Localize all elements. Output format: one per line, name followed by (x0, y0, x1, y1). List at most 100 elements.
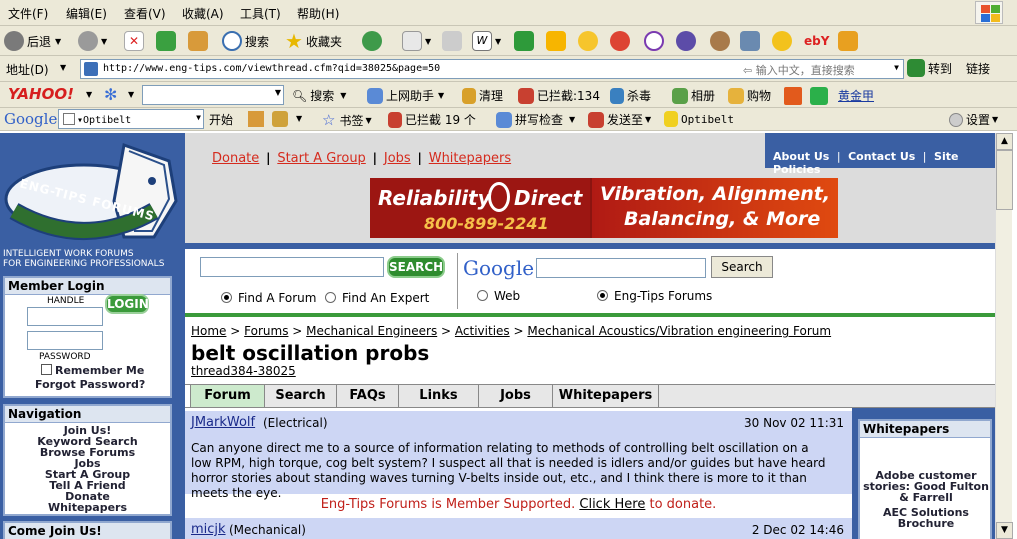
thread-id-link[interactable]: thread384-38025 (191, 364, 296, 378)
yahoo-logo[interactable]: YAHOO! (8, 85, 74, 103)
highlight-button[interactable]: Optibelt (664, 111, 734, 127)
edit-button[interactable]: W ▼ (472, 29, 501, 53)
yahoo-menu-arrow[interactable]: ▼ (86, 90, 92, 99)
google-search-input[interactable] (536, 258, 706, 278)
tools-button[interactable] (740, 29, 763, 53)
search-button[interactable]: 搜索 (222, 29, 269, 53)
vertical-scrollbar[interactable]: ▲ ▼ (995, 133, 1013, 539)
yahoo-search-button[interactable]: 🔍︎ 搜索 ▼ (292, 87, 346, 104)
tab-jobs[interactable]: Jobs (479, 385, 553, 407)
tab-faqs[interactable]: FAQs (337, 385, 399, 407)
tab-search[interactable]: Search (265, 385, 337, 407)
menu-help[interactable]: 帮助(H) (297, 5, 339, 22)
stop-button[interactable]: ✕ (124, 29, 147, 53)
jobs-link[interactable]: Jobs (384, 151, 411, 166)
banner-ad[interactable]: Reliability Direct 800-899-2241 Vibratio… (370, 178, 838, 238)
donate-link[interactable]: Donate (212, 151, 259, 166)
post-author[interactable]: JMarkWolf (191, 415, 255, 430)
scroll-down-icon[interactable]: ▼ (996, 522, 1013, 539)
media-button[interactable] (546, 29, 569, 53)
pagerank-icon[interactable] (272, 111, 288, 127)
google-toolbar-logo[interactable]: Google (4, 110, 57, 128)
handle-input[interactable] (27, 307, 103, 326)
remember-me[interactable]: Remember Me (41, 364, 144, 377)
yahoo-search-input[interactable]: ▼ (142, 85, 284, 105)
google-go-button[interactable]: 开始 (209, 111, 233, 128)
menu-tools[interactable]: 工具(T) (240, 5, 281, 22)
compass-button[interactable] (644, 29, 667, 53)
promo-link[interactable]: 黄金甲 (838, 87, 874, 104)
crumb-mechanical-engineers[interactable]: Mechanical Engineers (306, 324, 437, 338)
clean-button[interactable]: 清理 (462, 87, 503, 104)
favorites-button[interactable]: ★ 收藏夹 (285, 29, 342, 53)
menu-edit[interactable]: 编辑(E) (66, 5, 107, 22)
site-search-button[interactable]: SEARCH (387, 256, 445, 278)
password-input[interactable] (27, 331, 103, 350)
refresh-button[interactable] (156, 29, 179, 53)
assistant-button[interactable]: 上网助手 ▼ (367, 87, 444, 104)
mail-button[interactable]: ▼ (402, 29, 431, 53)
emoticon-button[interactable] (578, 29, 601, 53)
yahoo-flower-arrow[interactable]: ▼ (128, 90, 134, 99)
menu-view[interactable]: 查看(V) (124, 5, 166, 22)
site-option[interactable]: Eng-Tips Forums (597, 289, 712, 303)
album-button[interactable]: 相册 (672, 87, 715, 104)
go-button[interactable]: 转到 (907, 59, 952, 77)
address-input[interactable]: http://www.eng-tips.com/viewthread.cfm?q… (80, 59, 904, 79)
settings-button[interactable] (676, 29, 699, 53)
popup-blocked-button[interactable]: 已拦截:134 (518, 87, 600, 104)
forgot-password-link[interactable]: Forgot Password? (35, 378, 145, 391)
qq-button[interactable] (514, 29, 537, 53)
find-forum-option[interactable]: Find A Forum (221, 291, 316, 305)
forward-button[interactable]: ▼ (78, 29, 107, 53)
back-button[interactable]: 后退 ▼ (4, 29, 61, 53)
donate-click-link[interactable]: Click Here (579, 497, 645, 512)
tab-whitepapers[interactable]: Whitepapers (553, 385, 659, 407)
sendto-button[interactable]: 发送至 ▼ (588, 111, 651, 128)
post-author[interactable]: micjk (191, 522, 226, 537)
find-expert-radio[interactable] (325, 292, 336, 303)
headset-icon[interactable] (810, 87, 828, 105)
rss-icon[interactable] (784, 87, 802, 105)
start-group-link[interactable]: Start A Group (277, 151, 366, 166)
yahoo-flower-icon[interactable]: ✻ (104, 85, 117, 104)
tab-forum[interactable]: Forum (191, 385, 265, 407)
popup-blocker-button[interactable]: 已拦截 19 个 (388, 111, 476, 128)
pagerank-arrow[interactable]: ▼ (296, 114, 302, 123)
scroll-up-icon[interactable]: ▲ (996, 133, 1013, 150)
puzzle-button[interactable] (838, 29, 861, 53)
remember-checkbox[interactable] (41, 364, 52, 375)
menu-favorites[interactable]: 收藏(A) (182, 5, 224, 22)
crumb-forums[interactable]: Forums (244, 324, 288, 338)
spellcheck-button[interactable]: 拼写检查 ▼ (496, 111, 575, 128)
pet-button[interactable] (610, 29, 633, 53)
shopping-button[interactable]: 购物 (728, 87, 771, 104)
wink-button[interactable] (772, 29, 795, 53)
scroll-thumb[interactable] (996, 150, 1013, 210)
google-toolbar-input[interactable]: ▾Optibelt ▼ (58, 109, 204, 129)
print-button[interactable] (442, 29, 465, 53)
find-expert-option[interactable]: Find An Expert (325, 291, 429, 305)
login-button[interactable]: LOGIN (105, 294, 149, 314)
crumb-forum[interactable]: Mechanical Acoustics/Vibration engineeri… (527, 324, 831, 338)
about-us-link[interactable]: About Us (773, 150, 829, 163)
crumb-home[interactable]: Home (191, 324, 226, 338)
bookmarks-button[interactable]: ☆ 书签 ▼ (322, 111, 372, 129)
site-radio[interactable] (597, 290, 608, 301)
crumb-activities[interactable]: Activities (455, 324, 510, 338)
whitepaper-link[interactable]: Adobe customer stories: Good Fulton & Fa… (862, 470, 990, 503)
antivirus-button[interactable]: 杀毒 (610, 87, 651, 104)
news-icon[interactable] (248, 111, 264, 127)
contact-us-link[interactable]: Contact Us (848, 150, 915, 163)
web-radio[interactable] (477, 290, 488, 301)
menu-file[interactable]: 文件(F) (8, 5, 48, 22)
links-label[interactable]: 链接 (966, 60, 990, 77)
find-forum-radio[interactable] (221, 292, 232, 303)
settings-menu[interactable]: 设置 ▼ (949, 111, 998, 128)
site-search-input[interactable] (200, 257, 384, 277)
home-button[interactable] (188, 29, 211, 53)
address-dropdown-icon[interactable]: ▼ (60, 63, 66, 72)
whitepapers-link[interactable]: Whitepapers (429, 151, 511, 166)
monkey-button[interactable] (710, 29, 733, 53)
ebay-button[interactable]: ebY (804, 29, 829, 53)
